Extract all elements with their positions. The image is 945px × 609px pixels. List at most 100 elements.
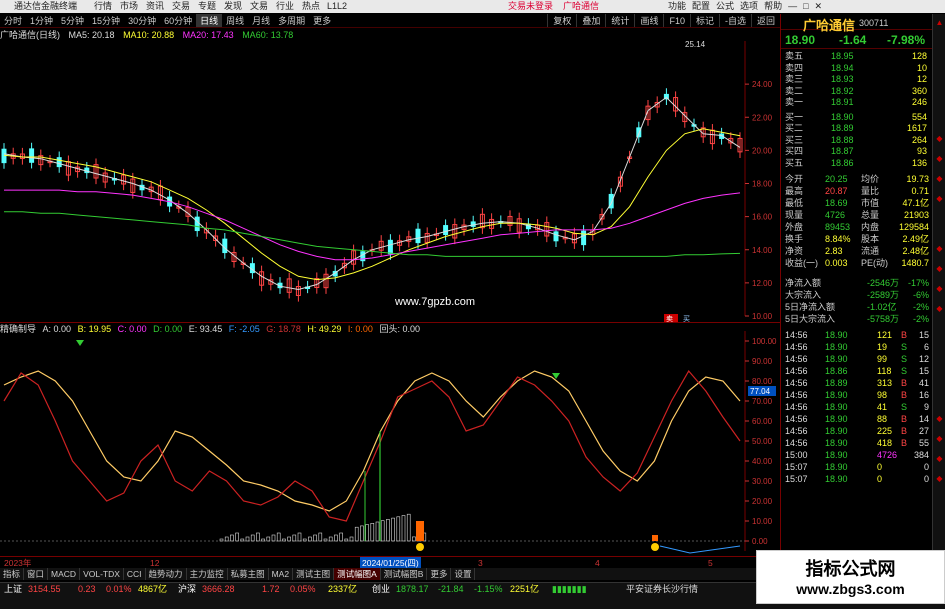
stat-row: 外盘 89453 内盘 129584	[781, 222, 933, 233]
bid-volume: 93	[916, 146, 927, 156]
minimize-icon[interactable]: —	[788, 0, 797, 13]
menu-item[interactable]: 文易	[246, 0, 272, 13]
tab-more[interactable]: 更多	[427, 568, 452, 580]
chart-area[interactable]: 24.00 22.00 20.00 18.00 16.00 14.00 12.00 10.00…	[0, 41, 780, 556]
candle-body	[581, 230, 587, 246]
stats-button[interactable]: 统计	[605, 14, 634, 27]
tick-row: 14:56 18.89 313 B 41	[781, 378, 933, 389]
period-tab[interactable]: 月线	[248, 14, 274, 27]
ask-label: 卖三	[785, 74, 804, 84]
stat-label: 最高	[785, 186, 804, 196]
side-button[interactable]: ◆	[935, 284, 944, 293]
menu-item[interactable]: 热点	[298, 0, 324, 13]
adjust-button[interactable]: 复权	[547, 14, 576, 27]
f10-button[interactable]: F10	[663, 14, 690, 27]
period-tab[interactable]: 5分钟	[57, 14, 88, 27]
menu-config[interactable]: 配置	[692, 0, 710, 13]
period-tab[interactable]: 更多	[309, 14, 335, 27]
menu-item[interactable]: 交易	[168, 0, 194, 13]
tick-time: 14:56	[785, 342, 808, 352]
menu-function[interactable]: 功能	[668, 0, 686, 13]
tab-private[interactable]: 私募主图	[228, 568, 269, 580]
menu-item[interactable]: 行业	[272, 0, 298, 13]
ask-row: 卖四 18.94 10	[781, 63, 933, 74]
period-tab-daily[interactable]: 日线	[196, 14, 223, 27]
maximize-icon[interactable]: □	[803, 0, 808, 13]
overlay-button[interactable]: 叠加	[576, 14, 605, 27]
y-tick-label: 20.00	[752, 497, 773, 506]
flow-pct: -17%	[907, 278, 929, 288]
broker-name[interactable]: 平安证券长沙行情	[626, 583, 698, 595]
side-button[interactable]: ◆	[935, 434, 944, 443]
indicator-bar	[261, 538, 265, 542]
flow-pct: -2%	[912, 302, 929, 312]
bid-price: 18.87	[831, 146, 854, 156]
sh-label[interactable]: 上证	[4, 583, 22, 595]
side-button[interactable]: ◆	[935, 264, 944, 273]
side-button[interactable]: ◆	[935, 244, 944, 253]
stat-value: 47.1亿	[902, 198, 929, 208]
stat-label: 收益(一)	[785, 258, 818, 268]
tab-trend[interactable]: 趋势动力	[146, 568, 187, 580]
y-tick-label: 30.00	[752, 477, 773, 486]
sz-label[interactable]: 沪深	[178, 583, 196, 595]
stat-label: PE(动)	[861, 258, 889, 268]
login-status[interactable]: 交易未登录	[508, 0, 553, 13]
tab-indicator[interactable]: 指标	[0, 568, 25, 580]
indicator-f: F: -2.05	[228, 324, 260, 334]
side-button[interactable]: ◆	[935, 414, 944, 423]
tab-test-main[interactable]: 测试主图	[293, 568, 335, 580]
menu-item[interactable]: 专题	[194, 0, 220, 13]
period-tab[interactable]: 30分钟	[124, 14, 160, 27]
tab-window[interactable]: 窗口	[24, 568, 49, 580]
tab-ma2[interactable]: MA2	[269, 568, 294, 580]
period-tab[interactable]: 周线	[222, 14, 248, 27]
period-tab[interactable]: 多周期	[274, 14, 309, 27]
menu-item[interactable]: 行情	[90, 0, 116, 13]
sz-amount: 2337亿	[328, 584, 358, 594]
menu-item[interactable]: 资讯	[142, 0, 168, 13]
tab-monitor[interactable]: 主力监控	[187, 568, 228, 580]
menu-options[interactable]: 选项	[740, 0, 758, 13]
period-tab[interactable]: 分时	[0, 14, 26, 27]
side-button[interactable]: ◆	[935, 154, 944, 163]
back-button[interactable]: 返回	[750, 14, 780, 27]
menu-help[interactable]: 帮助	[764, 0, 782, 13]
side-button[interactable]: ◆	[935, 194, 944, 203]
tab-test-b[interactable]: 测试幅图B	[381, 568, 428, 580]
mark-button[interactable]: 标记	[689, 14, 719, 27]
cy-label[interactable]: 创业	[372, 583, 390, 595]
side-button[interactable]: ◆	[935, 474, 944, 483]
side-button[interactable]: ◆	[935, 454, 944, 463]
menu-formula[interactable]: 公式	[716, 0, 734, 13]
side-button[interactable]: ▲	[935, 18, 944, 27]
tick-time: 14:56	[785, 426, 808, 436]
tab-test-a[interactable]: 测试幅图A	[334, 568, 381, 580]
tab-vol[interactable]: VOL-TDX	[80, 568, 124, 580]
menu-item[interactable]: L1L2	[324, 0, 350, 13]
side-toolbar[interactable]: ▲ ◆ ◆ ◆ ◆ ◆ ◆ ◆ ◆ ◆ ◆ ◆ ◆	[932, 14, 945, 576]
draw-button[interactable]: 画线	[634, 14, 663, 27]
site-logo: 指标公式网 www.zbgs3.com	[756, 550, 945, 604]
menu-item[interactable]: 发现	[220, 0, 246, 13]
period-tab[interactable]: 15分钟	[88, 14, 124, 27]
menu-item[interactable]: 市场	[116, 0, 142, 13]
tab-settings[interactable]: 设置	[451, 568, 476, 580]
period-tab[interactable]: 1分钟	[26, 14, 57, 27]
watchlist-button[interactable]: -自选	[718, 14, 751, 27]
side-button[interactable]: ◆	[935, 174, 944, 183]
arrow-icon	[76, 340, 84, 346]
stat-label: 均价	[861, 174, 880, 184]
side-button[interactable]: ◆	[935, 304, 944, 313]
tab-macd[interactable]: MACD	[48, 568, 81, 580]
tick-list[interactable]: 14:56 18.90 121 B 15 14:56 18.90 19 S 6 14:56 18.90…	[781, 330, 933, 490]
tick-volume: 98	[877, 390, 888, 400]
ask-label: 卖五	[785, 51, 804, 61]
side-button[interactable]: ◆	[935, 134, 944, 143]
indicator-bar	[339, 532, 343, 542]
close-icon[interactable]: ✕	[815, 0, 823, 13]
indicator-bar	[354, 526, 359, 542]
candle-body	[553, 231, 559, 242]
period-tab[interactable]: 60分钟	[160, 14, 196, 27]
tab-cci[interactable]: CCI	[124, 568, 146, 580]
